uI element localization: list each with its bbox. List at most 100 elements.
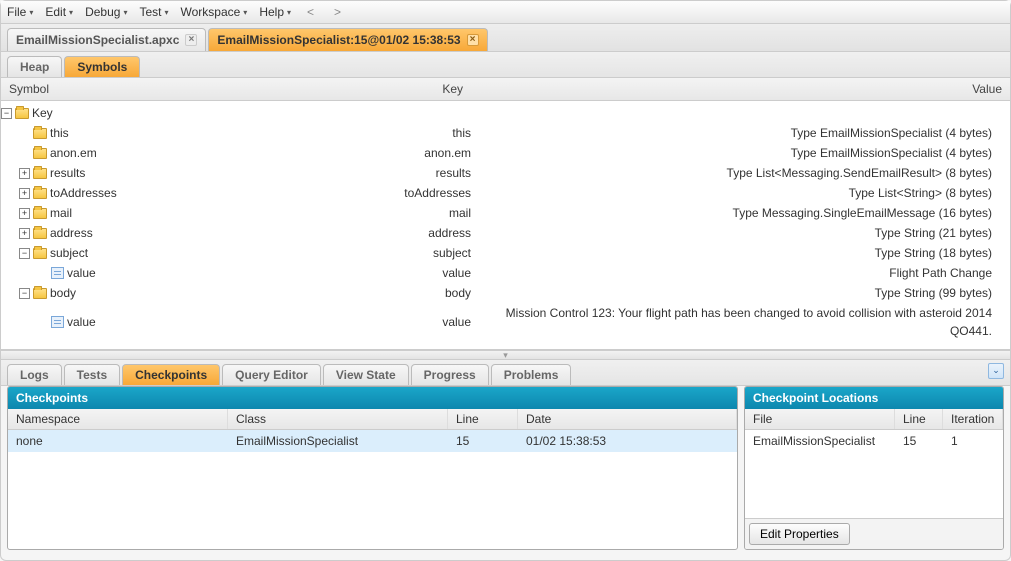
folder-icon (33, 128, 47, 139)
chevron-down-icon: ▾ (164, 8, 168, 17)
col-header-key[interactable]: Key (301, 78, 471, 100)
cell-line: 15 (448, 434, 518, 448)
value-icon (51, 316, 64, 328)
node-key: this (301, 124, 471, 142)
collapse-icon[interactable]: − (19, 248, 30, 259)
node-label: body (50, 284, 76, 302)
panel-chevron-icon[interactable]: ⌄ (988, 363, 1004, 379)
col-line[interactable]: Line (448, 409, 518, 429)
location-row[interactable]: EmailMissionSpecialist 15 1 (745, 430, 1003, 452)
node-value: Type String (21 bytes) (471, 224, 1002, 242)
value-icon (51, 267, 64, 279)
col-class[interactable]: Class (228, 409, 448, 429)
tree-node[interactable]: + mail mail Type Messaging.SingleEmailMes… (1, 203, 1010, 223)
folder-icon (33, 288, 47, 299)
tree-node[interactable]: this this Type EmailMissionSpecialist (4… (1, 123, 1010, 143)
symbols-header: Symbol Key Value (1, 78, 1010, 101)
tree-node[interactable]: + results results Type List<Messaging.Sen… (1, 163, 1010, 183)
node-key: value (301, 313, 471, 331)
menu-edit[interactable]: Edit▾ (45, 5, 73, 19)
symbols-panel: Symbol Key Value − Key this this Type Em… (1, 78, 1010, 350)
tab-query-editor[interactable]: Query Editor (222, 364, 321, 385)
checkpoint-row[interactable]: none EmailMissionSpecialist 15 01/02 15:… (8, 430, 737, 452)
node-key: mail (301, 204, 471, 222)
menu-workspace[interactable]: Workspace▾ (180, 5, 247, 19)
cell-iteration: 1 (943, 434, 1003, 448)
tree-root[interactable]: − Key (1, 103, 1010, 123)
chevron-down-icon: ▾ (243, 8, 247, 17)
tab-progress[interactable]: Progress (411, 364, 489, 385)
node-label: value (67, 264, 96, 282)
folder-icon (33, 248, 47, 259)
editor-tab-apex-class[interactable]: EmailMissionSpecialist.apxc × (7, 28, 206, 51)
tab-heap[interactable]: Heap (7, 56, 62, 77)
node-key: results (301, 164, 471, 182)
tree-node[interactable]: anon.em anon.em Type EmailMissionSpecial… (1, 143, 1010, 163)
expand-icon[interactable]: + (19, 188, 30, 199)
node-key: toAddresses (301, 184, 471, 202)
tab-view-state[interactable]: View State (323, 364, 409, 385)
nav-forward-button[interactable]: > (330, 5, 345, 19)
tab-symbols[interactable]: Symbols (64, 56, 140, 77)
col-date[interactable]: Date (518, 409, 737, 429)
close-icon[interactable]: × (467, 34, 479, 46)
tree-node[interactable]: −subject subject Type String (18 bytes) (1, 243, 1010, 263)
node-label: subject (50, 244, 88, 262)
tab-checkpoints[interactable]: Checkpoints (122, 364, 220, 385)
tab-tests[interactable]: Tests (64, 364, 120, 385)
folder-icon (33, 228, 47, 239)
bottom-tabs: Logs Tests Checkpoints Query Editor View… (1, 360, 1010, 386)
tree-node[interactable]: + toAddresses toAddresses Type List<Strin… (1, 183, 1010, 203)
node-value: Type EmailMissionSpecialist (4 bytes) (471, 144, 1002, 162)
folder-icon (33, 208, 47, 219)
node-value: Type String (18 bytes) (471, 244, 1002, 262)
chevron-down-icon: ▾ (287, 8, 291, 17)
node-label: toAddresses (50, 184, 117, 202)
menu-help[interactable]: Help▾ (259, 5, 291, 19)
col-namespace[interactable]: Namespace (8, 409, 228, 429)
tree-leaf[interactable]: value value Mission Control 123: Your fl… (1, 303, 1010, 341)
node-label: address (50, 224, 93, 242)
bottom-area: Checkpoints Namespace Class Line Date no… (1, 386, 1010, 556)
cell-file: EmailMissionSpecialist (745, 434, 895, 448)
tab-logs[interactable]: Logs (7, 364, 62, 385)
tab-problems[interactable]: Problems (491, 364, 572, 385)
col-header-symbol[interactable]: Symbol (1, 78, 301, 100)
tree-leaf[interactable]: value value Flight Path Change (1, 263, 1010, 283)
close-icon[interactable]: × (185, 34, 197, 46)
col-file[interactable]: File (745, 409, 895, 429)
menu-debug[interactable]: Debug▾ (85, 5, 127, 19)
edit-properties-button[interactable]: Edit Properties (749, 523, 850, 545)
node-label: anon.em (50, 144, 97, 162)
locations-header: File Line Iteration (745, 409, 1003, 430)
editor-tab-checkpoint[interactable]: EmailMissionSpecialist:15@01/02 15:38:53… (208, 28, 487, 51)
node-label: mail (50, 204, 72, 222)
folder-icon (33, 168, 47, 179)
node-label: Key (32, 104, 53, 122)
vertical-splitter[interactable]: ▾ (1, 350, 1010, 360)
cell-namespace: none (8, 434, 228, 448)
node-label: results (50, 164, 85, 182)
expand-icon[interactable]: + (19, 208, 30, 219)
node-value: Type List<Messaging.SendEmailResult> (8 … (471, 164, 1002, 182)
collapse-icon[interactable]: − (19, 288, 30, 299)
checkpoint-locations-panel: Checkpoint Locations File Line Iteration… (744, 386, 1004, 550)
expand-icon[interactable]: + (19, 168, 30, 179)
cell-line: 15 (895, 434, 943, 448)
node-value: Type EmailMissionSpecialist (4 bytes) (471, 124, 1002, 142)
menu-file[interactable]: File▾ (7, 5, 33, 19)
expand-icon[interactable]: + (19, 228, 30, 239)
tree-node[interactable]: −body body Type String (99 bytes) (1, 283, 1010, 303)
collapse-icon[interactable]: − (1, 108, 12, 119)
node-key: body (301, 284, 471, 302)
node-value: Type Messaging.SingleEmailMessage (16 by… (471, 204, 1002, 222)
menu-test[interactable]: Test▾ (139, 5, 168, 19)
node-value: Type List<String> (8 bytes) (471, 184, 1002, 202)
checkpoint-subtabs: Heap Symbols (1, 52, 1010, 78)
nav-back-button[interactable]: < (303, 5, 318, 19)
col-line[interactable]: Line (895, 409, 943, 429)
col-iteration[interactable]: Iteration (943, 409, 1003, 429)
col-header-value[interactable]: Value (471, 78, 1010, 100)
chevron-down-icon: ▾ (123, 8, 127, 17)
tree-node[interactable]: +address address Type String (21 bytes) (1, 223, 1010, 243)
